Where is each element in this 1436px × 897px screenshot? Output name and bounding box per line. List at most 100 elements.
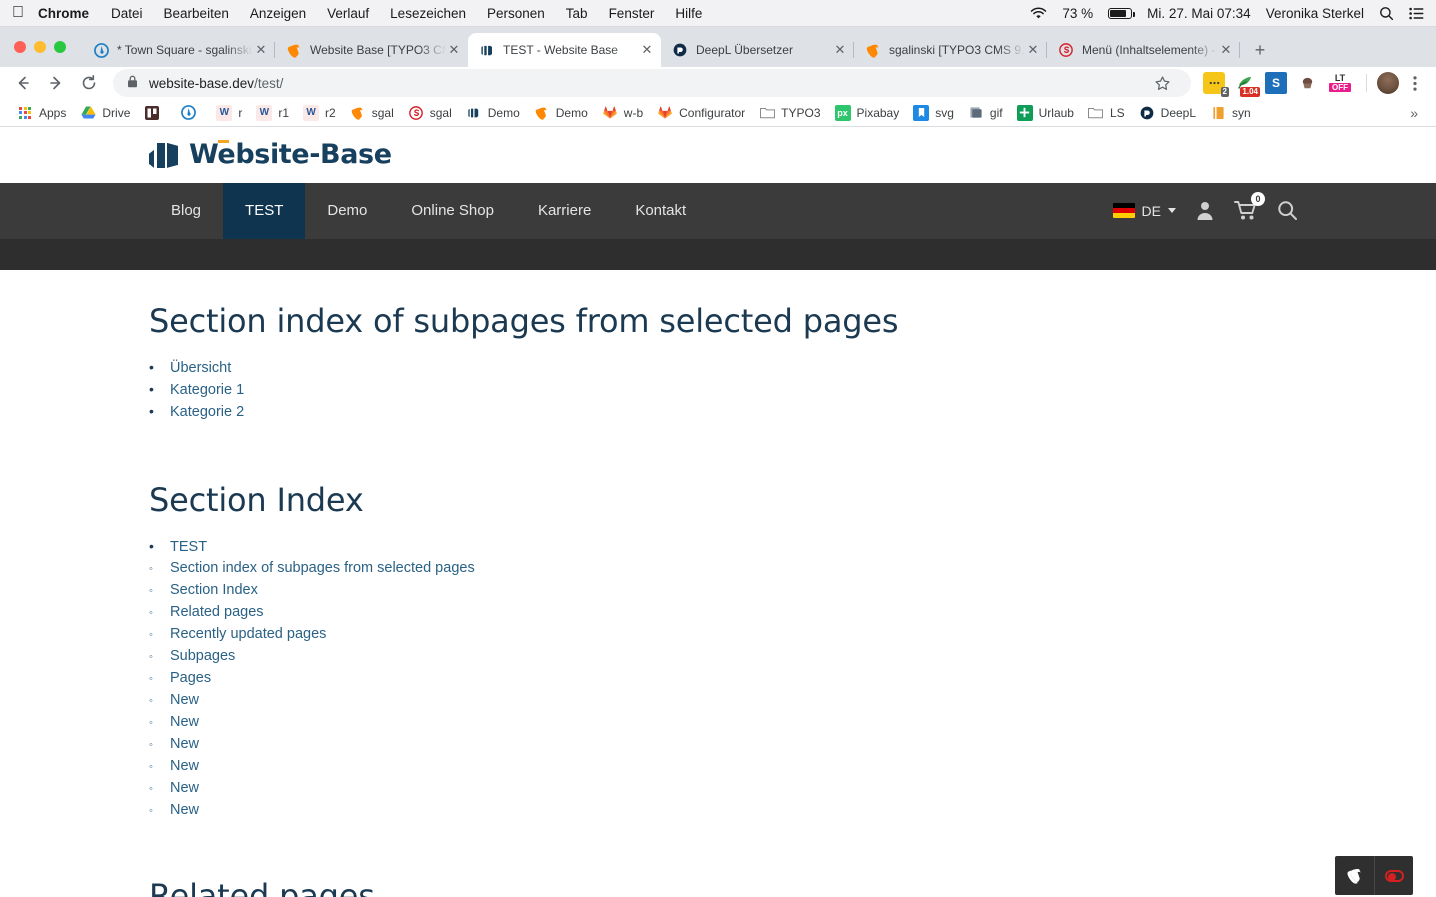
bookmark-gif[interactable]: gif xyxy=(961,101,1010,125)
bookmark-pixabay[interactable]: px Pixabay xyxy=(828,101,907,125)
list-item-link[interactable]: New xyxy=(170,736,199,752)
list-item[interactable]: ◦ New xyxy=(149,758,1436,780)
list-item-link[interactable]: Übersicht xyxy=(170,360,231,376)
list-item-link[interactable]: Kategorie 1 xyxy=(170,382,244,398)
nav-item-test[interactable]: TEST xyxy=(223,182,306,239)
list-item-link[interactable]: New xyxy=(170,802,199,818)
notes-extension[interactable]: 2 xyxy=(1203,72,1229,98)
list-item[interactable]: • Kategorie 1 xyxy=(149,381,1436,403)
cupcake-extension[interactable] xyxy=(1296,72,1318,94)
browser-tab-website-base[interactable]: Website Base [TYPO3 CM ✕ xyxy=(275,33,468,67)
list-item[interactable]: ◦ New xyxy=(149,692,1436,714)
browser-tab-menue-inhaltselemente[interactable]: Menü (Inhaltselemente) - ✕ xyxy=(1047,33,1240,67)
menu-item-lesezeichen[interactable]: Lesezeichen xyxy=(390,6,466,21)
close-tab-icon[interactable]: ✕ xyxy=(639,42,655,58)
bookmark-demo-wb[interactable]: Demo xyxy=(459,101,527,125)
forward-arrow-icon[interactable] xyxy=(41,68,71,98)
wifi-icon[interactable] xyxy=(1030,6,1047,20)
menu-item-datei[interactable]: Datei xyxy=(111,6,143,21)
bookmark-sgal-sgalinski[interactable]: sgal xyxy=(401,101,459,125)
browser-tab-town-square[interactable]: * Town Square - sgalinski ✕ xyxy=(82,33,275,67)
menu-item-chrome[interactable]: Chrome xyxy=(38,6,89,21)
bookmark-typo3-folder[interactable]: TYPO3 xyxy=(752,101,827,125)
list-item[interactable]: ◦ Section index of subpages from selected… xyxy=(149,560,1436,582)
bookmark-deepl[interactable]: DeepL xyxy=(1132,101,1203,125)
reload-icon[interactable] xyxy=(74,68,104,98)
three-dots-menu-icon[interactable] xyxy=(1402,75,1428,92)
list-item[interactable]: • Kategorie 2 xyxy=(149,403,1436,425)
browser-tab-test-website-base[interactable]: TEST - Website Base ✕ xyxy=(468,33,661,67)
close-tab-icon[interactable]: ✕ xyxy=(1025,42,1041,58)
apple-icon[interactable]:  xyxy=(12,5,24,21)
bookmark-urlaub[interactable]: Urlaub xyxy=(1010,101,1081,125)
list-item[interactable]: • TEST xyxy=(149,538,1436,560)
bookmark-configurator[interactable]: Configurator xyxy=(650,101,752,125)
bookmark-trello[interactable] xyxy=(137,101,173,125)
list-item-link[interactable]: Recently updated pages xyxy=(170,626,326,642)
list-item-link[interactable]: New xyxy=(170,692,199,708)
list-item-link[interactable]: New xyxy=(170,714,199,730)
new-tab-button[interactable]: + xyxy=(1246,36,1274,64)
current-user-label[interactable]: Veronika Sterkel xyxy=(1266,6,1364,21)
bookmark-sgal-typo3[interactable]: sgal xyxy=(343,101,401,125)
bookmark-r1[interactable]: W r1 xyxy=(249,101,296,125)
close-tab-icon[interactable]: ✕ xyxy=(1218,42,1234,58)
menu-item-hilfe[interactable]: Hilfe xyxy=(675,6,702,21)
battery-icon[interactable] xyxy=(1108,7,1135,19)
menu-item-fenster[interactable]: Fenster xyxy=(609,6,655,21)
minimize-window-button[interactable] xyxy=(34,41,46,53)
bookmark-demo-typo3[interactable]: Demo xyxy=(527,101,595,125)
list-item[interactable]: ◦ Section Index xyxy=(149,582,1436,604)
close-window-button[interactable] xyxy=(14,41,26,53)
s-extension[interactable]: S xyxy=(1265,72,1287,95)
browser-tab-sgalinski-typo3[interactable]: sgalinski [TYPO3 CMS 9.5 ✕ xyxy=(854,33,1047,67)
menu-item-anzeigen[interactable]: Anzeigen xyxy=(250,6,306,21)
clock-datetime[interactable]: Mi. 27. Mai 07:34 xyxy=(1147,6,1251,21)
control-center-icon[interactable] xyxy=(1409,7,1424,20)
record-toggle-icon[interactable] xyxy=(1374,856,1413,895)
bookmark-apps[interactable]: Apps xyxy=(10,101,73,125)
list-item-link[interactable]: Section index of subpages from selected … xyxy=(170,560,475,576)
bookmarks-overflow-button[interactable]: » xyxy=(1402,105,1426,121)
list-item-link[interactable]: Section Index xyxy=(170,582,258,598)
languagetool-extension[interactable]: LT OFF xyxy=(1327,72,1353,94)
shopping-cart-icon[interactable]: 0 xyxy=(1234,192,1265,221)
bookmark-r[interactable]: W r xyxy=(209,101,249,125)
list-item-link[interactable]: Subpages xyxy=(170,648,235,664)
list-item-link[interactable]: New xyxy=(170,758,199,774)
user-account-icon[interactable] xyxy=(1195,200,1215,221)
nav-item-online-shop[interactable]: Online Shop xyxy=(389,183,516,239)
language-selector[interactable]: DE xyxy=(1112,203,1176,219)
profile-avatar-icon[interactable] xyxy=(1377,72,1399,95)
list-item[interactable]: ◦ Recently updated pages xyxy=(149,626,1436,648)
nav-item-kontakt[interactable]: Kontakt xyxy=(613,183,708,239)
close-tab-icon[interactable]: ✕ xyxy=(832,42,848,58)
typo3-logo-icon[interactable] xyxy=(1335,856,1374,895)
menu-item-tab[interactable]: Tab xyxy=(566,6,588,21)
bookmark-svg[interactable]: svg xyxy=(906,101,961,125)
list-item[interactable]: ◦ Pages xyxy=(149,670,1436,692)
bookmark-star-icon[interactable] xyxy=(1147,68,1177,98)
list-item-link[interactable]: TEST xyxy=(170,539,207,555)
maximize-window-button[interactable] xyxy=(54,41,66,53)
list-item[interactable]: ◦ Related pages xyxy=(149,604,1436,626)
list-item[interactable]: ◦ New xyxy=(149,780,1436,802)
nav-item-karriere[interactable]: Karriere xyxy=(516,183,613,239)
spotlight-search-icon[interactable] xyxy=(1379,6,1394,21)
close-tab-icon[interactable]: ✕ xyxy=(253,42,269,58)
menu-item-verlauf[interactable]: Verlauf xyxy=(327,6,369,21)
list-item[interactable]: ◦ Subpages xyxy=(149,648,1436,670)
site-logo[interactable]: Website-Base xyxy=(149,139,392,170)
bookmark-drive[interactable]: Drive xyxy=(73,101,137,125)
back-arrow-icon[interactable] xyxy=(8,68,38,98)
close-tab-icon[interactable]: ✕ xyxy=(446,42,462,58)
nav-item-blog[interactable]: Blog xyxy=(149,183,223,239)
nav-item-demo[interactable]: Demo xyxy=(305,183,389,239)
address-bar[interactable]: website-base.dev/test/ xyxy=(113,68,1191,98)
menu-item-personen[interactable]: Personen xyxy=(487,6,545,21)
list-item-link[interactable]: Related pages xyxy=(170,604,264,620)
bookmark-wb-gitlab[interactable]: w-b xyxy=(595,101,650,125)
list-item-link[interactable]: Pages xyxy=(170,670,211,686)
list-item-link[interactable]: Kategorie 2 xyxy=(170,404,244,420)
bookmark-mattermost[interactable] xyxy=(173,101,209,125)
